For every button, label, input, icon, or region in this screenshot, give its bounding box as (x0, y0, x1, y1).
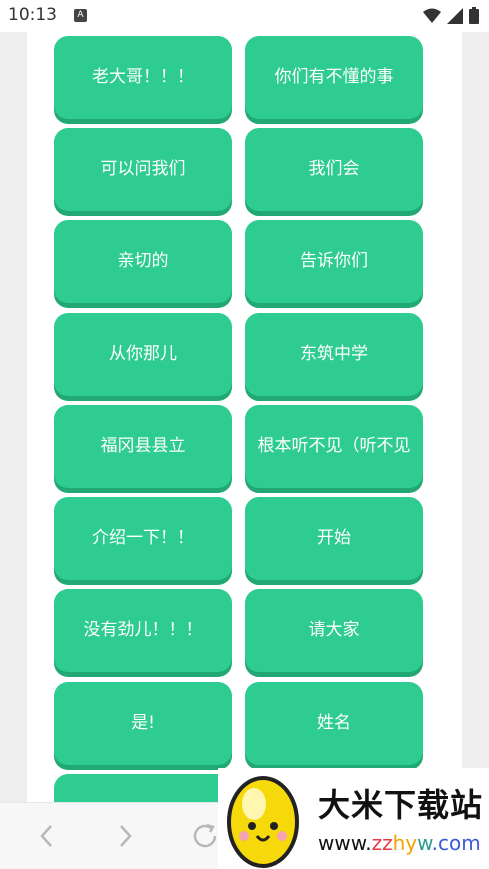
watermark-logo: 大米下载站 www.zzhyw.com (218, 768, 489, 869)
phrase-button[interactable]: 是! (54, 682, 232, 765)
phrase-button[interactable]: 你们有不懂的事 (245, 36, 423, 119)
phrase-button[interactable]: 福冈县县立 (54, 405, 232, 488)
phrase-button[interactable]: 姓名 (245, 682, 423, 765)
chevron-left-icon[interactable] (32, 821, 62, 851)
page-background: 老大哥！！！ 你们有不懂的事 可以问我们 我们会 亲切的 告诉你们 从你那儿 东… (0, 32, 489, 857)
status-bar: 10:13 A (0, 0, 489, 32)
status-time: 10:13 (8, 5, 57, 25)
phrase-button[interactable]: 请大家 (245, 589, 423, 672)
phrase-button[interactable]: 根本听不见（听不见 (245, 405, 423, 488)
phrase-button[interactable]: 告诉你们 (245, 220, 423, 303)
watermark-url-text: www.zzhyw.com (318, 831, 481, 855)
rice-mascot-icon (227, 776, 299, 868)
phrase-button[interactable]: 介绍一下！！ (54, 497, 232, 580)
reload-icon[interactable] (190, 821, 220, 851)
status-icons (423, 7, 479, 24)
phrase-button[interactable]: 我们会 (245, 128, 423, 211)
battery-icon (469, 7, 479, 24)
watermark-title: 大米下载站 (318, 786, 484, 824)
phrase-button[interactable]: 从你那儿 (54, 313, 232, 396)
watermark-url: www.zzhyw.com (318, 831, 481, 855)
signal-icon (447, 7, 463, 24)
wifi-icon (423, 8, 441, 23)
phrase-button[interactable]: 亲切的 (54, 220, 232, 303)
phrase-button[interactable]: 老大哥！！！ (54, 36, 232, 119)
notification-icon: A (74, 9, 87, 22)
phrase-button[interactable]: 可以问我们 (54, 128, 232, 211)
content-card: 老大哥！！！ 你们有不懂的事 可以问我们 我们会 亲切的 告诉你们 从你那儿 东… (27, 32, 462, 857)
phrase-button[interactable]: 东筑中学 (245, 313, 423, 396)
chevron-right-icon[interactable] (110, 821, 140, 851)
phrase-button[interactable]: 开始 (245, 497, 423, 580)
phrase-button[interactable]: 没有劲儿！！！ (54, 589, 232, 672)
